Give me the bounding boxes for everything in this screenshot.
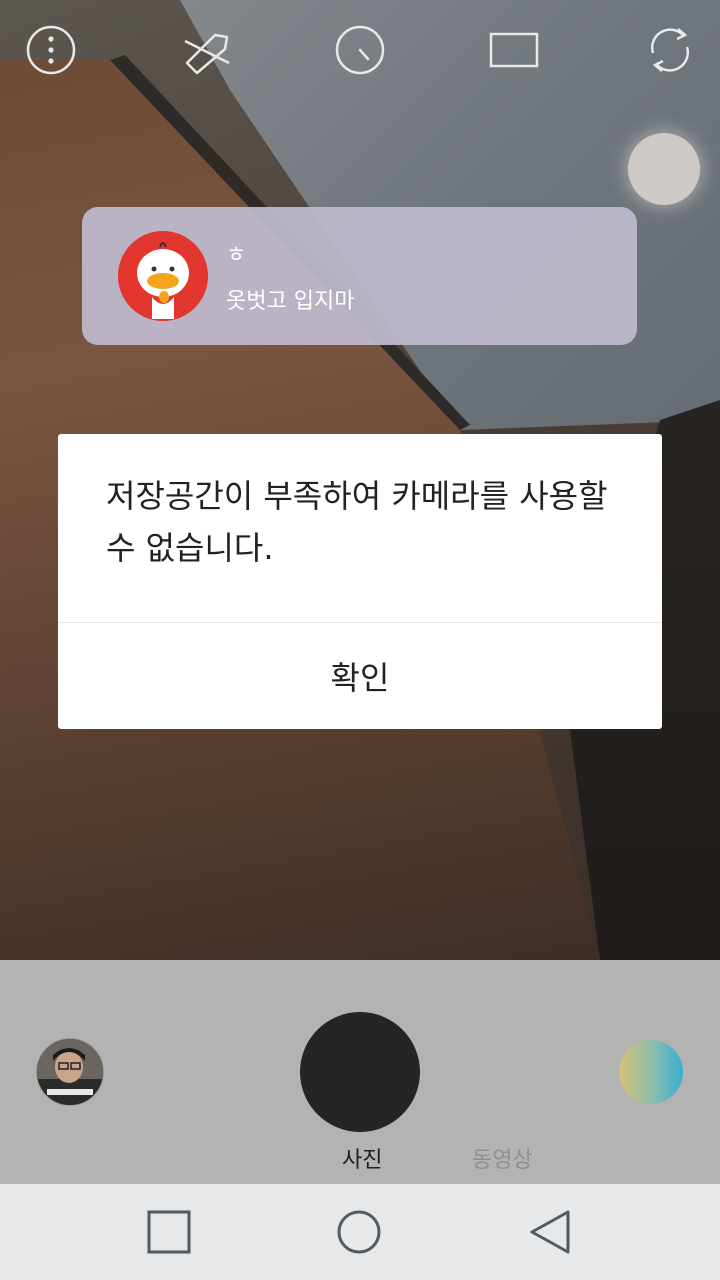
aspect-ratio-button[interactable] [484,20,544,80]
system-navigation-bar [0,1184,720,1280]
filter-button[interactable] [619,1040,683,1104]
recent-apps-icon [147,1210,191,1254]
back-button[interactable] [520,1202,580,1262]
notification-message: 옷벗고 입지마 [226,289,355,314]
mode-photo-tab[interactable]: 사진 [342,1142,382,1174]
mode-video-tab[interactable]: 동영상 [472,1142,533,1174]
duck-character-icon [118,231,208,321]
storage-error-dialog: 저장공간이 부족하여 카메라를 사용할 수 없습니다. 확인 [58,434,662,729]
sender-avatar [118,231,208,321]
gallery-thumbnail-button[interactable] [36,1038,104,1106]
home-button[interactable] [329,1202,389,1262]
timer-icon [335,25,385,75]
switch-camera-button[interactable] [640,20,700,80]
camera-bottom-bar: 사진 동영상 [0,960,720,1184]
message-notification[interactable]: ㅎ 옷벗고 입지마 [82,207,637,345]
recent-apps-button[interactable] [139,1202,199,1262]
timer-button[interactable] [330,20,390,80]
more-options-button[interactable] [21,20,81,80]
camera-top-controls [0,20,720,80]
shutter-button[interactable] [300,1012,420,1132]
flash-toggle-button[interactable] [176,20,236,80]
flash-off-icon [184,33,230,75]
dialog-message: 저장공간이 부족하여 카메라를 사용할 수 없습니다. [106,477,608,567]
gallery-thumbnail-image [37,1039,103,1105]
aspect-ratio-icon [489,32,539,68]
back-icon [530,1210,570,1254]
notification-title: ㅎ [226,243,247,268]
more-options-icon [26,25,76,75]
home-icon [337,1210,381,1254]
viewfinder-ceiling-light [628,133,700,205]
switch-camera-icon [650,28,690,72]
confirm-button[interactable]: 확인 [58,623,662,729]
